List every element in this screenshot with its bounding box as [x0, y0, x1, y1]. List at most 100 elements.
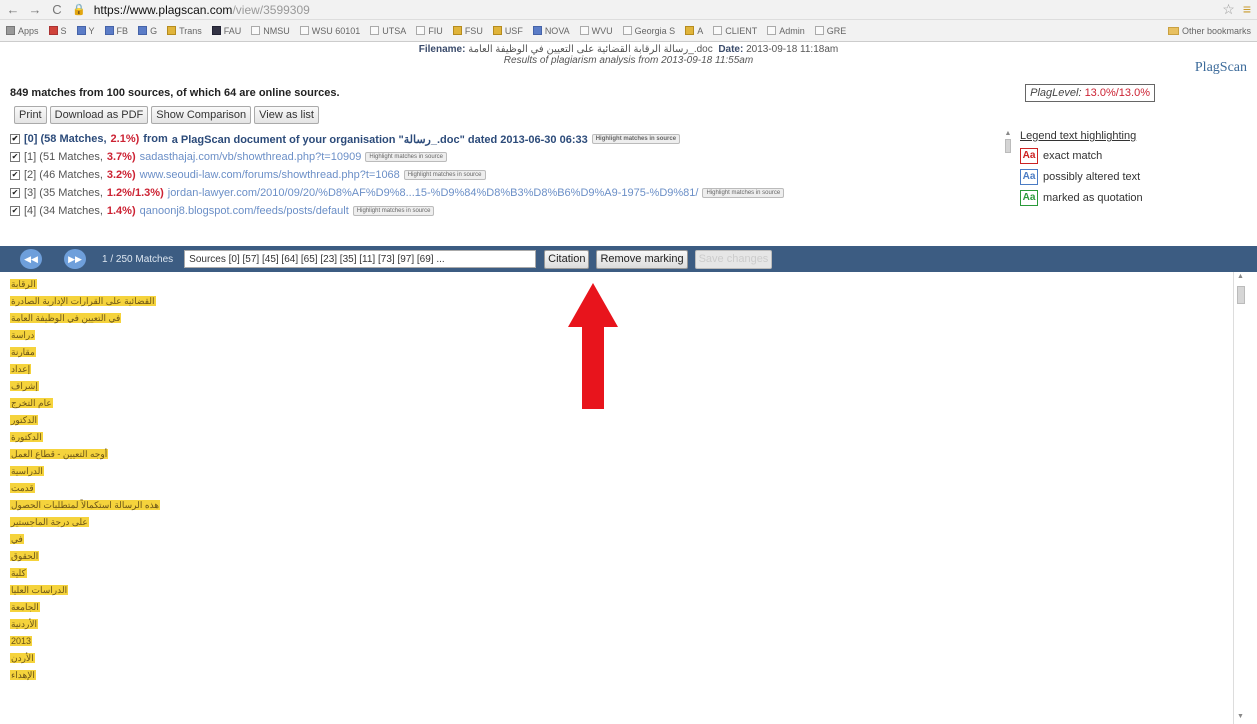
- bookmark-label: FB: [116, 25, 129, 36]
- source-checkbox[interactable]: ✔: [10, 188, 20, 198]
- highlight-matches-button[interactable]: Highlight matches in source: [365, 152, 448, 162]
- sources-scrollbar[interactable]: ▲: [1003, 130, 1013, 212]
- bookmark-label: NOVA: [544, 25, 570, 36]
- highlighted-match[interactable]: في التعيين في الوظيفة العامة: [10, 313, 122, 323]
- bookmark-item[interactable]: Y: [76, 26, 95, 36]
- other-bookmarks[interactable]: Other bookmarks: [1167, 26, 1251, 36]
- back-icon[interactable]: ←: [6, 2, 20, 17]
- source-row: ✔ [0] (58 Matches, 2.1%) from a PlagScan doc…: [10, 130, 1000, 148]
- source-link[interactable]: jordan-lawyer.com/2010/09/20/%D8%AF%D9%8…: [168, 187, 699, 199]
- save-changes-button[interactable]: Save changes: [694, 249, 773, 269]
- highlighted-match[interactable]: الدراسية: [10, 466, 44, 476]
- bookmark-item[interactable]: A: [685, 26, 703, 36]
- previous-match-icon[interactable]: ◀◀: [20, 249, 42, 269]
- source-checkbox[interactable]: ✔: [10, 170, 20, 180]
- bookmark-item[interactable]: S: [48, 26, 67, 36]
- highlight-matches-button[interactable]: Highlight matches in source: [352, 206, 435, 216]
- highlighted-match[interactable]: كلية: [10, 568, 27, 578]
- highlighted-match[interactable]: دراسة: [10, 330, 36, 340]
- highlighted-match[interactable]: الأردن: [10, 653, 35, 663]
- bookmark-item[interactable]: GRE: [814, 26, 846, 36]
- bookmark-item[interactable]: Apps: [6, 26, 39, 36]
- bookmark-item[interactable]: UTSA: [370, 26, 406, 36]
- source-link[interactable]: qanoonj8.blogspot.com/feeds/posts/defaul…: [140, 205, 349, 217]
- bookmark-item[interactable]: FB: [104, 25, 129, 36]
- highlight-matches-button[interactable]: Highlight matches in source: [591, 134, 681, 144]
- bookmark-item[interactable]: Trans: [167, 26, 202, 36]
- highlighted-match[interactable]: 2013: [10, 636, 33, 646]
- highlighted-match[interactable]: الأردنية: [10, 619, 39, 629]
- highlighted-match[interactable]: إشراف: [10, 381, 39, 391]
- scroll-thumb[interactable]: [1236, 286, 1245, 304]
- document-line: 2013: [10, 635, 210, 652]
- bookmark-item[interactable]: USF: [492, 26, 523, 36]
- highlighted-match[interactable]: الرقابة: [10, 279, 37, 289]
- bookmark-item[interactable]: Admin: [767, 26, 805, 36]
- source-checkbox[interactable]: ✔: [10, 152, 20, 162]
- bookmark-item[interactable]: FSU: [452, 26, 483, 36]
- highlighted-match[interactable]: أوجه التعيين - قطاع العمل: [10, 449, 109, 459]
- citation-button[interactable]: Citation: [544, 249, 590, 269]
- next-match-icon[interactable]: ▶▶: [64, 249, 86, 269]
- bookmark-item[interactable]: NMSU: [251, 26, 290, 36]
- star-icon[interactable]: ☆: [1222, 1, 1235, 18]
- bookmark-label: NMSU: [263, 25, 290, 36]
- scroll-up-icon[interactable]: ▲: [1003, 130, 1013, 138]
- source-checkbox[interactable]: ✔: [10, 206, 20, 216]
- reload-icon[interactable]: C: [50, 2, 64, 17]
- url-field[interactable]: https://www.plagscan.com/view/3599309: [94, 3, 310, 17]
- highlighted-match[interactable]: هذه الرسالة استكمالاً لمتطلبات الحصول: [10, 500, 161, 510]
- download-pdf-button[interactable]: Download as PDF: [49, 106, 149, 124]
- highlighted-match[interactable]: الجامعة: [10, 602, 40, 612]
- document-line: هذه الرسالة استكمالاً لمتطلبات الحصول: [10, 499, 210, 516]
- bookmark-item[interactable]: WSU 60101: [299, 26, 360, 36]
- scroll-thumb[interactable]: [1005, 139, 1011, 153]
- highlighted-match[interactable]: على درجة الماجستير: [10, 517, 89, 527]
- bookmark-item[interactable]: G: [138, 26, 157, 36]
- menu-icon[interactable]: ≡: [1243, 1, 1251, 18]
- bookmark-item[interactable]: NOVA: [532, 25, 570, 36]
- scroll-up-icon[interactable]: ▲: [1234, 272, 1247, 282]
- highlighted-match[interactable]: الحقوق: [10, 551, 40, 561]
- bookmark-item[interactable]: FIU: [416, 26, 443, 36]
- show-comparison-button[interactable]: Show Comparison: [151, 106, 252, 124]
- highlighted-match[interactable]: الدكتور: [10, 415, 38, 425]
- source-link[interactable]: sadasthajaj.com/vb/showthread.php?t=1090…: [140, 151, 362, 163]
- document-line: الإهداء: [10, 669, 210, 686]
- scroll-down-icon[interactable]: ▼: [1234, 712, 1247, 722]
- highlighted-match[interactable]: إعداد: [10, 364, 32, 374]
- bookmarks-bar: Apps S Y FB G Trans FAU NMSU WSU 60101 UTSA FIU FSU…: [0, 20, 1257, 42]
- highlighted-match[interactable]: عام التخرج: [10, 398, 53, 408]
- bookmark-item[interactable]: WVU: [579, 26, 613, 36]
- highlighted-match[interactable]: القضائية على القرارات الإدارية الصادرة: [10, 296, 156, 306]
- source-link[interactable]: www.seoudi-law.com/forums/showthread.php…: [140, 169, 400, 181]
- highlighted-match[interactable]: الدراسات العليا: [10, 585, 69, 595]
- print-button[interactable]: Print: [14, 106, 47, 124]
- highlight-matches-button[interactable]: Highlight matches in source: [403, 170, 486, 180]
- bookmark-item[interactable]: CLIENT: [713, 26, 757, 36]
- source-checkbox[interactable]: ✔: [10, 134, 20, 144]
- bookmark-icon: [76, 26, 86, 35]
- source-link[interactable]: a PlagScan document of your organisation…: [172, 133, 588, 146]
- highlighted-match[interactable]: مقارنة: [10, 347, 36, 357]
- document-line: على درجة الماجستير: [10, 516, 210, 533]
- highlighted-match[interactable]: في: [10, 534, 24, 544]
- highlighted-match[interactable]: الدكتورة: [10, 432, 43, 442]
- document-line: قدمت: [10, 482, 210, 499]
- document-scrollbar[interactable]: ▲ ▼: [1233, 272, 1247, 724]
- highlighted-match[interactable]: الإهداء: [10, 670, 36, 680]
- red-arrow-annotation: [568, 283, 618, 409]
- bookmark-item[interactable]: Georgia S: [622, 26, 675, 36]
- source-prefix: [3] (35 Matches,: [24, 187, 103, 199]
- bookmark-icon: [138, 26, 148, 35]
- document-line: الدراسات العليا: [10, 584, 210, 601]
- bookmark-item[interactable]: FAU: [211, 26, 241, 36]
- forward-icon[interactable]: →: [28, 2, 42, 17]
- legend-title[interactable]: Legend text highlighting: [1020, 130, 1200, 142]
- source-row: ✔ [1] (51 Matches, 3.7%) sadasthajaj.com/vb…: [10, 148, 1000, 166]
- view-as-list-button[interactable]: View as list: [254, 106, 319, 124]
- highlight-matches-button[interactable]: Highlight matches in source: [702, 188, 785, 198]
- highlighted-match[interactable]: قدمت: [10, 483, 35, 493]
- remove-marking-button[interactable]: Remove marking: [596, 249, 688, 269]
- sources-input[interactable]: [184, 250, 537, 268]
